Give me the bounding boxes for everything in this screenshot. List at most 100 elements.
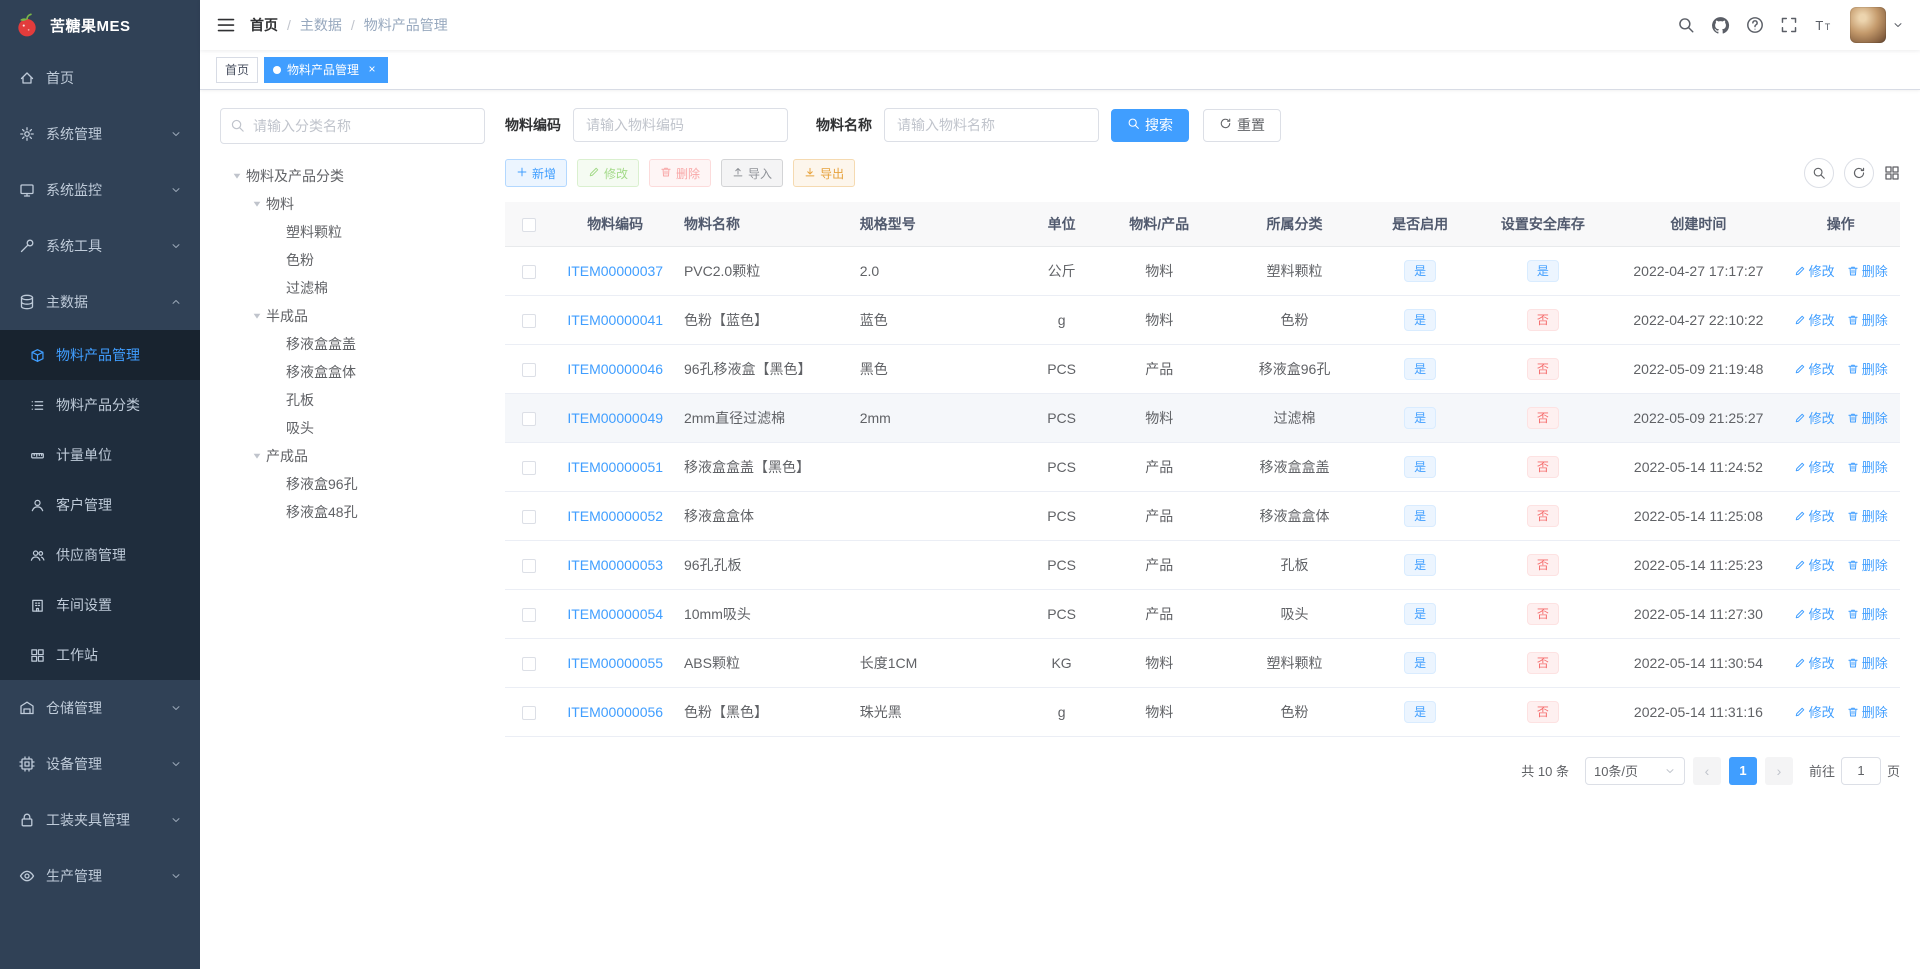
material-code-link[interactable]: ITEM00000056 [567, 704, 663, 720]
delete-link[interactable]: 删除 [1847, 555, 1888, 574]
tree-node[interactable]: 孔板 [220, 386, 485, 414]
tree-node[interactable]: 移液盒48孔 [220, 498, 485, 526]
table-row[interactable]: ITEM00000055 ABS颗粒 长度1CM KG 物料 塑料颗粒 是 否 2022-05-… [505, 638, 1900, 688]
tree-node[interactable]: 塑料颗粒 [220, 218, 485, 246]
tree-node[interactable]: 吸头 [220, 414, 485, 442]
row-checkbox[interactable] [521, 509, 536, 524]
material-name-input[interactable] [884, 108, 1099, 142]
font-size-icon[interactable]: TT [1814, 16, 1832, 34]
row-checkbox[interactable] [521, 362, 536, 377]
edit-link[interactable]: 修改 [1794, 555, 1835, 574]
sidebar-item-fixture-management[interactable]: 工装夹具管理 [0, 792, 200, 848]
sidebar-item-workshop-settings[interactable]: 车间设置 [0, 580, 200, 630]
table-row[interactable]: ITEM00000041 色粉【蓝色】 蓝色 g 物料 色粉 是 否 2022-04-27 22… [505, 295, 1900, 345]
material-code-link[interactable]: ITEM00000037 [567, 263, 663, 279]
import-button[interactable]: 导入 [721, 159, 784, 187]
reset-button[interactable]: 重置 [1203, 108, 1281, 142]
material-code-input[interactable] [573, 108, 788, 142]
goto-page-input[interactable] [1840, 756, 1881, 785]
row-checkbox[interactable] [521, 313, 536, 328]
delete-link[interactable]: 删除 [1847, 653, 1888, 672]
search-button[interactable]: 搜索 [1111, 108, 1189, 142]
material-code-link[interactable]: ITEM00000054 [567, 606, 663, 622]
sidebar-item-workstation[interactable]: 工作站 [0, 630, 200, 680]
delete-link[interactable]: 删除 [1847, 506, 1888, 525]
tree-node[interactable]: 色粉 [220, 246, 485, 274]
sidebar-item-master-data[interactable]: 主数据 [0, 274, 200, 330]
tree-node[interactable]: 移液盒96孔 [220, 470, 485, 498]
sidebar-item-measure-unit[interactable]: 计量单位 [0, 430, 200, 480]
row-checkbox[interactable] [521, 264, 536, 279]
material-code-link[interactable]: ITEM00000051 [567, 459, 663, 475]
sidebar-item-warehouse-management[interactable]: 仓储管理 [0, 680, 200, 736]
material-code-link[interactable]: ITEM00000041 [567, 312, 663, 328]
user-menu[interactable] [1850, 7, 1904, 43]
search-icon[interactable] [1677, 16, 1695, 34]
edit-button[interactable]: 修改 [577, 159, 640, 187]
sidebar-item-material-product-management[interactable]: 物料产品管理 [0, 330, 200, 380]
page-number-button[interactable]: 1 [1728, 756, 1757, 785]
sidebar-item-equipment-management[interactable]: 设备管理 [0, 736, 200, 792]
sidebar-item-system-tools[interactable]: 系统工具 [0, 218, 200, 274]
help-icon[interactable] [1746, 16, 1764, 34]
tree-node[interactable]: 产成品 [220, 442, 485, 470]
tree-node[interactable]: 物料及产品分类 [220, 162, 485, 190]
delete-link[interactable]: 删除 [1847, 408, 1888, 427]
edit-link[interactable]: 修改 [1794, 702, 1835, 721]
tree-node[interactable]: 半成品 [220, 302, 485, 330]
delete-link[interactable]: 删除 [1847, 604, 1888, 623]
delete-link[interactable]: 删除 [1847, 310, 1888, 329]
sidebar-item-home[interactable]: 首页 [0, 50, 200, 106]
close-icon[interactable]: × [365, 63, 379, 77]
edit-link[interactable]: 修改 [1794, 653, 1835, 672]
edit-link[interactable]: 修改 [1794, 359, 1835, 378]
page-size-select[interactable]: 10条/页 [1584, 756, 1685, 785]
edit-link[interactable]: 修改 [1794, 261, 1835, 280]
tree-node[interactable]: 物料 [220, 190, 485, 218]
tab-material-product-management[interactable]: 物料产品管理 × [264, 56, 389, 83]
sidebar-item-material-product-category[interactable]: 物料产品分类 [0, 380, 200, 430]
category-search-input[interactable] [220, 108, 485, 144]
row-checkbox[interactable] [521, 411, 536, 426]
prev-page-button[interactable]: ‹ [1692, 756, 1721, 785]
delete-link[interactable]: 删除 [1847, 261, 1888, 280]
table-row[interactable]: ITEM00000046 96孔移液盒【黑色】 黑色 PCS 产品 移液盒96孔 是 否 202… [505, 344, 1900, 394]
delete-button[interactable]: 删除 [649, 159, 712, 187]
table-row[interactable]: ITEM00000054 10mm吸头 PCS 产品 吸头 是 否 2022-05-14 11… [505, 589, 1900, 639]
toggle-search-button[interactable] [1804, 158, 1834, 188]
delete-link[interactable]: 删除 [1847, 457, 1888, 476]
delete-link[interactable]: 删除 [1847, 702, 1888, 721]
breadcrumb-item-master-data[interactable]: 主数据 [300, 15, 342, 35]
edit-link[interactable]: 修改 [1794, 408, 1835, 427]
sidebar-item-production-management[interactable]: 生产管理 [0, 848, 200, 904]
app-logo[interactable]: 苦糖果MES [0, 0, 200, 50]
add-button[interactable]: 新增 [505, 159, 568, 187]
sidebar-item-supplier-management[interactable]: 供应商管理 [0, 530, 200, 580]
column-settings-button[interactable] [1884, 165, 1900, 181]
table-row[interactable]: ITEM00000053 96孔孔板 PCS 产品 孔板 是 否 2022-05-14 11:… [505, 540, 1900, 590]
delete-link[interactable]: 删除 [1847, 359, 1888, 378]
table-row[interactable]: ITEM00000052 移液盒盒体 PCS 产品 移液盒盒体是否 2022-05-14 … [505, 491, 1900, 541]
edit-link[interactable]: 修改 [1794, 457, 1835, 476]
sidebar-item-system-management[interactable]: 系统管理 [0, 106, 200, 162]
table-row[interactable]: ITEM00000049 2mm直径过滤棉 2mm PCS 物料 过滤棉 是 否 2022-05… [505, 393, 1900, 443]
export-button[interactable]: 导出 [793, 159, 856, 187]
row-checkbox[interactable] [521, 460, 536, 475]
edit-link[interactable]: 修改 [1794, 604, 1835, 623]
sidebar-item-customer-management[interactable]: 客户管理 [0, 480, 200, 530]
material-code-link[interactable]: ITEM00000052 [567, 508, 663, 524]
user-avatar[interactable] [1850, 7, 1886, 43]
tab-home[interactable]: 首页 [216, 56, 259, 83]
edit-link[interactable]: 修改 [1794, 310, 1835, 329]
hamburger-icon[interactable] [216, 15, 236, 35]
row-checkbox[interactable] [521, 558, 536, 573]
row-checkbox[interactable] [521, 705, 536, 720]
edit-link[interactable]: 修改 [1794, 506, 1835, 525]
tree-node[interactable]: 过滤棉 [220, 274, 485, 302]
sidebar-item-system-monitor[interactable]: 系统监控 [0, 162, 200, 218]
breadcrumb-item-home[interactable]: 首页 [250, 15, 278, 35]
refresh-button[interactable] [1844, 158, 1874, 188]
material-code-link[interactable]: ITEM00000055 [567, 655, 663, 671]
fullscreen-icon[interactable] [1780, 16, 1798, 34]
github-icon[interactable] [1711, 16, 1730, 35]
